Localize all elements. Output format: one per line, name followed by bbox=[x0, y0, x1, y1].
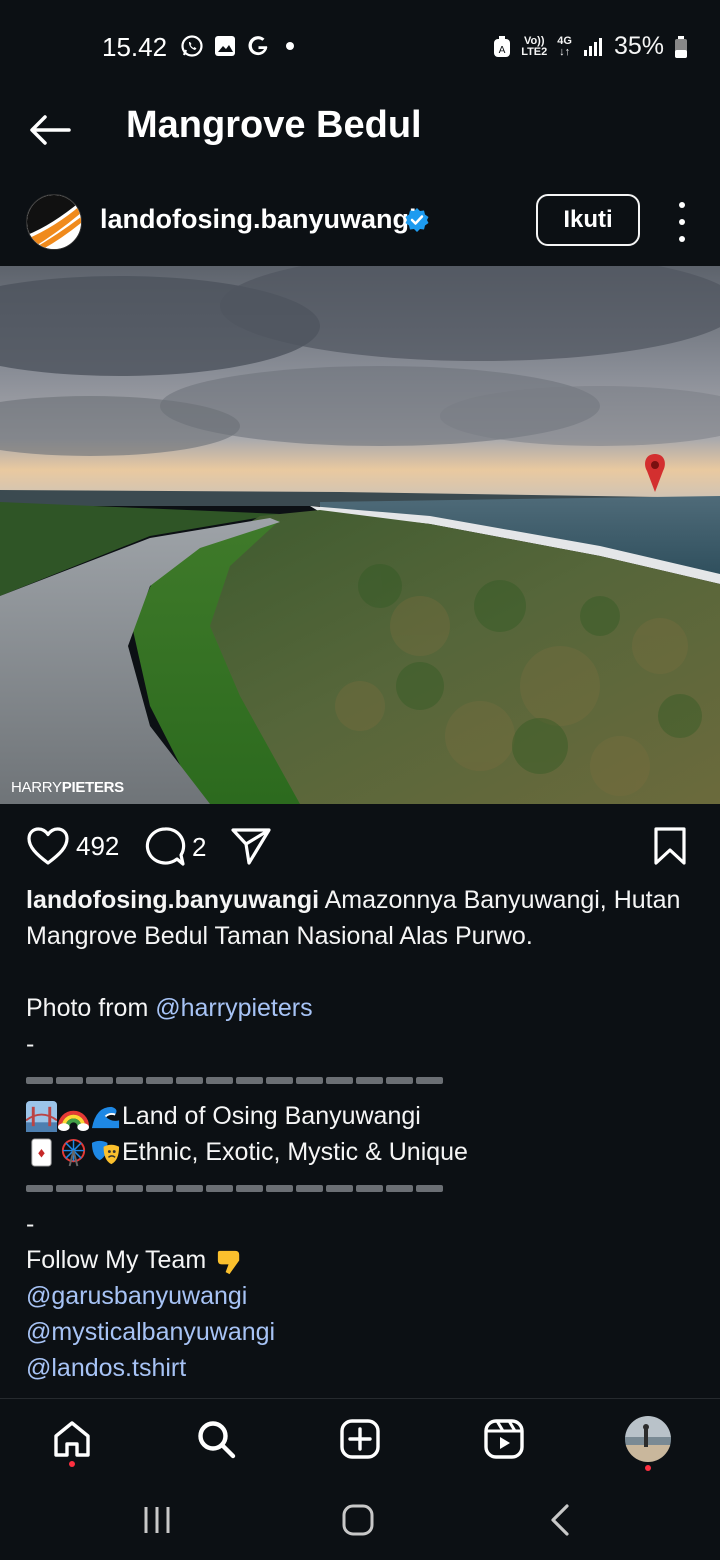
like-button[interactable]: 492 bbox=[26, 826, 119, 866]
like-count: 492 bbox=[76, 830, 120, 861]
author-avatar[interactable] bbox=[26, 194, 82, 250]
bookmark-icon bbox=[654, 827, 686, 865]
comment-icon bbox=[145, 827, 186, 866]
caption-text: landofosing.banyuwangi Amazonnya Banyuwa… bbox=[26, 882, 696, 954]
post-caption: landofosing.banyuwangi Amazonnya Banyuwa… bbox=[26, 882, 696, 1386]
nav-home[interactable] bbox=[48, 1415, 96, 1467]
mention-link: @garusbanyuwangi bbox=[26, 1282, 248, 1310]
gallery-icon bbox=[215, 36, 235, 56]
rainbow-emoji-icon bbox=[58, 1110, 89, 1131]
comment-button[interactable]: 2 bbox=[144, 826, 206, 868]
profile-avatar bbox=[625, 1416, 671, 1462]
reels-icon bbox=[484, 1419, 524, 1459]
search-icon bbox=[198, 1421, 236, 1459]
arrow-left-icon bbox=[30, 115, 71, 145]
bridge-emoji-icon bbox=[26, 1100, 57, 1132]
status-bar: 15.42 A Vo)) LTE2 4G ↓↑ 35% bbox=[0, 0, 720, 92]
wave-emoji-icon bbox=[91, 1106, 120, 1128]
more-dot-icon bbox=[679, 236, 685, 242]
theater-masks-emoji-icon bbox=[91, 1140, 120, 1164]
whatsapp-icon bbox=[181, 35, 203, 57]
verified-badge-icon bbox=[405, 208, 429, 232]
caption-follow-team: Follow My Team bbox=[26, 1242, 696, 1278]
svg-text:♦: ♦ bbox=[36, 1146, 46, 1160]
recent-apps-button[interactable] bbox=[133, 1498, 181, 1542]
system-navigation bbox=[0, 1478, 720, 1560]
add-post-icon bbox=[340, 1419, 380, 1459]
home-icon bbox=[54, 1421, 90, 1457]
emoji-divider bbox=[26, 1170, 696, 1206]
dot-icon bbox=[286, 42, 294, 50]
top-header: Mangrove Bedul bbox=[0, 92, 720, 170]
emoji-divider bbox=[26, 1062, 696, 1098]
more-dot-icon bbox=[679, 219, 685, 225]
google-icon bbox=[248, 36, 268, 56]
recent-apps-icon bbox=[144, 1507, 170, 1533]
notification-dot bbox=[645, 1465, 651, 1471]
chevron-left-icon bbox=[551, 1504, 569, 1536]
nav-create[interactable] bbox=[336, 1415, 384, 1463]
photo-watermark: HARRYPIETERS bbox=[11, 779, 124, 796]
comment-count: 2 bbox=[192, 831, 207, 862]
heart-icon bbox=[27, 827, 69, 865]
caption-tagline-1: Land of Osing Banyuwangi bbox=[26, 1098, 696, 1134]
mention-link: @landos.tshirt bbox=[26, 1354, 187, 1382]
caption-username[interactable]: landofosing.banyuwangi bbox=[26, 886, 319, 914]
status-time: 15.42 bbox=[102, 32, 168, 62]
caption-dash: - bbox=[26, 1210, 35, 1238]
post-photo[interactable]: HARRYPIETERS bbox=[0, 266, 720, 804]
bottom-navigation bbox=[0, 1398, 720, 1479]
brand-logo-icon bbox=[27, 195, 81, 249]
nav-search[interactable] bbox=[192, 1415, 240, 1463]
mention-link[interactable]: @harrypieters bbox=[155, 994, 312, 1022]
pointing-down-emoji-icon bbox=[218, 1250, 240, 1274]
caption-tagline-2: ♦ Ethnic, Exotic, Mystic & Unique bbox=[26, 1134, 696, 1170]
caption-dash: - bbox=[26, 1030, 35, 1058]
page-title: Mangrove Bedul bbox=[126, 104, 422, 146]
network-type-indicator: 4G ↓↑ bbox=[557, 34, 572, 58]
caption-photo-credit: Photo from @harrypieters bbox=[26, 994, 313, 1022]
signal-icon bbox=[583, 37, 602, 56]
system-back-button[interactable] bbox=[536, 1498, 584, 1542]
nav-profile[interactable] bbox=[624, 1415, 672, 1471]
status-notification-icons bbox=[180, 34, 294, 58]
tagline-text-1: Land of Osing Banyuwangi bbox=[122, 1102, 421, 1130]
volte-indicator: Vo)) LTE2 bbox=[521, 34, 548, 58]
save-button[interactable] bbox=[652, 826, 688, 866]
battery-icon bbox=[675, 35, 687, 58]
send-icon bbox=[231, 828, 271, 865]
share-button[interactable] bbox=[230, 826, 272, 866]
home-system-button[interactable] bbox=[334, 1498, 382, 1542]
cards-emoji-icon: ♦ bbox=[31, 1137, 52, 1167]
svg-text:A: A bbox=[499, 45, 506, 56]
notification-dot bbox=[69, 1461, 75, 1467]
nav-reels[interactable] bbox=[480, 1415, 528, 1463]
mangrove-aerial-photo bbox=[0, 266, 720, 804]
more-dot-icon bbox=[679, 202, 685, 208]
alarm-icon: A bbox=[494, 35, 511, 57]
home-circle-icon bbox=[342, 1504, 374, 1536]
ferris-wheel-emoji-icon bbox=[61, 1138, 86, 1166]
back-button[interactable] bbox=[26, 106, 74, 154]
battery-percent: 35% bbox=[613, 32, 664, 60]
post-actions: 492 2 bbox=[0, 818, 720, 878]
mention-link: @mysticalbanyuwangi bbox=[26, 1318, 276, 1346]
follow-button[interactable]: Ikuti bbox=[536, 194, 640, 246]
post-header: landofosing.banyuwangi Ikuti bbox=[0, 178, 720, 264]
tagline-text-2: Ethnic, Exotic, Mystic & Unique bbox=[122, 1138, 468, 1166]
post-author-username[interactable]: landofosing.banyuwangi bbox=[100, 204, 417, 235]
more-options-button[interactable] bbox=[664, 202, 700, 242]
status-system-icons: A Vo)) LTE2 4G ↓↑ 35% bbox=[493, 32, 688, 61]
caption-blank bbox=[26, 954, 696, 990]
